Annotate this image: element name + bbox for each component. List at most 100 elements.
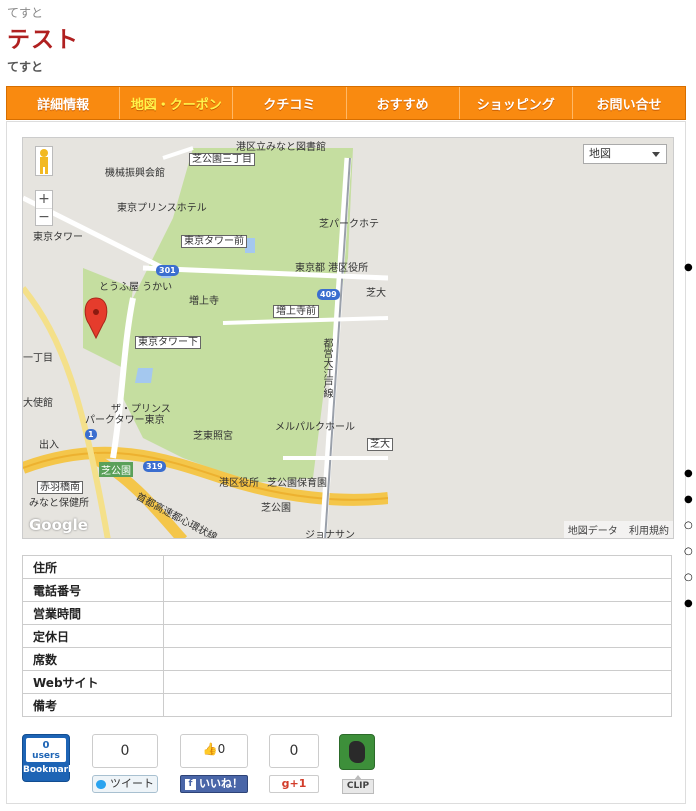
tab-details[interactable]: 詳細情報 [7, 87, 121, 119]
info-value [163, 555, 672, 579]
map-label: 東京タワー下 [135, 336, 201, 349]
map-label: 増上寺 [189, 296, 219, 307]
info-label: 営業時間 [22, 601, 164, 625]
site-kana: てすと [7, 6, 44, 20]
map-label: みなと保健所 [29, 498, 89, 509]
thumbs-up-icon: 👍 [202, 742, 218, 756]
gplus-count: 0 [269, 734, 319, 768]
map-label: 一丁目 [23, 353, 53, 364]
twitter-bird-icon [96, 779, 106, 789]
info-label: 席数 [22, 647, 164, 671]
tab-contact[interactable]: お問い合せ [573, 87, 685, 119]
route-shield: 409 [317, 289, 340, 300]
site-title[interactable]: テスト [7, 20, 79, 54]
bullet-icon: ○ [684, 572, 693, 583]
bullet-icon: ○ [684, 520, 693, 531]
map-label: 芝公園 [99, 462, 133, 477]
map-label: 芝東照宮 [193, 431, 233, 442]
map-type-select[interactable]: 地図 [583, 144, 667, 164]
zoom-control: + − [35, 190, 53, 226]
table-row: 住所 [22, 555, 672, 579]
route-shield: 301 [156, 265, 179, 276]
info-label: 定休日 [22, 624, 164, 648]
evernote-button[interactable] [339, 734, 375, 770]
google-logo: Google [29, 516, 88, 534]
social-buttons: 0 users Bookmark 0 ツイート 👍0 f いいね！ 0 g+1 CL… [22, 734, 662, 794]
map-label: 芝大 [366, 288, 386, 299]
bullet-icon: ● [684, 494, 693, 505]
info-value [163, 601, 672, 625]
hatena-label: Bookmark [23, 765, 75, 775]
info-table: 住所 電話番号 営業時間 定休日 席数 Webサイト 備考 [22, 555, 672, 717]
map-label: 芝公園 [261, 503, 291, 514]
chevron-down-icon [652, 152, 660, 157]
table-row: 備考 [22, 693, 672, 717]
site-description: てすと [7, 60, 44, 74]
map-label: 出入 [39, 440, 59, 451]
map-label: 東京プリンスホテル [117, 203, 207, 214]
street-view-pegman-icon[interactable] [35, 146, 53, 176]
bullet-icon: ● [684, 262, 693, 273]
tab-map-coupon[interactable]: 地図・クーポン [120, 87, 234, 119]
content-panel: + − 地図 港区立みなと図書館 芝公園三丁目 機械振興会館 東京プリンスホテル… [6, 121, 686, 804]
map-label: 東京タワー前 [181, 235, 247, 248]
info-value [163, 670, 672, 694]
tab-recommend[interactable]: おすすめ [347, 87, 460, 119]
map-data-link[interactable]: 地図データ [568, 526, 618, 537]
bullet-icon: ○ [684, 546, 693, 557]
map-label: 芝大 [367, 438, 393, 451]
evernote-elephant-icon [349, 741, 365, 763]
zoom-out-button[interactable]: − [36, 209, 52, 226]
route-shield: 319 [143, 461, 166, 472]
map-label: 芝公園保育園 [267, 478, 327, 489]
map-label: 東京タワー [33, 232, 83, 243]
map-label: 芝パークホテ [319, 219, 379, 230]
facebook-icon: f [185, 778, 196, 790]
tab-shopping[interactable]: ショッピング [460, 87, 573, 119]
tweet-count: 0 [92, 734, 158, 768]
gplus-button[interactable]: g+1 [269, 775, 319, 793]
map-label: 赤羽橋南 [37, 481, 83, 494]
info-value [163, 624, 672, 648]
table-row: 営業時間 [22, 601, 672, 625]
facebook-like-button[interactable]: f いいね！ [180, 775, 248, 793]
map-label: 機械振興会館 [105, 168, 165, 179]
map-footer: 地図データ 利用規約 [563, 521, 673, 538]
like-count: 👍0 [180, 734, 248, 768]
map-label: 増上寺前 [273, 305, 319, 318]
map-label: 港区立みなと図書館 [236, 142, 326, 153]
info-label: 住所 [22, 555, 164, 579]
info-value [163, 578, 672, 602]
map-label: 東京都 港区役所 [295, 263, 369, 274]
map-label: メルパルクホール [275, 422, 355, 433]
table-row: 電話番号 [22, 578, 672, 602]
table-row: 席数 [22, 647, 672, 671]
map-label: 港区役所 [219, 478, 259, 489]
info-label: 備考 [22, 693, 164, 717]
map-view[interactable]: + − 地図 港区立みなと図書館 芝公園三丁目 機械振興会館 東京プリンスホテル… [22, 137, 674, 539]
bullet-icon: ● [684, 468, 693, 479]
map-label: ジョナサン [305, 530, 355, 539]
table-row: 定休日 [22, 624, 672, 648]
evernote-clip-label[interactable]: CLIP [342, 775, 374, 794]
hatena-count: 0 users [26, 738, 66, 762]
map-terms-link[interactable]: 利用規約 [629, 526, 669, 537]
tab-reviews[interactable]: クチコミ [233, 87, 347, 119]
hatena-bookmark-button[interactable]: 0 users Bookmark [22, 734, 75, 782]
info-label: 電話番号 [22, 578, 164, 602]
tweet-button[interactable]: ツイート [92, 775, 158, 793]
map-label: 芝公園三丁目 [189, 153, 255, 166]
zoom-in-button[interactable]: + [36, 191, 52, 209]
bullet-icon: ● [684, 598, 693, 609]
map-label: 大使館 [23, 398, 53, 409]
map-label: とうふ屋 うかい [99, 282, 173, 293]
map-type-value: 地図 [589, 147, 611, 160]
map-label: 都営大江戸線 [321, 338, 332, 398]
map-label: パークタワー東京 [85, 415, 165, 426]
table-row: Webサイト [22, 670, 672, 694]
info-value [163, 693, 672, 717]
route-shield: 1 [85, 429, 97, 440]
info-label: Webサイト [22, 670, 164, 694]
tab-bar: 詳細情報 地図・クーポン クチコミ おすすめ ショッピング お問い合せ [6, 86, 686, 120]
info-value [163, 647, 672, 671]
